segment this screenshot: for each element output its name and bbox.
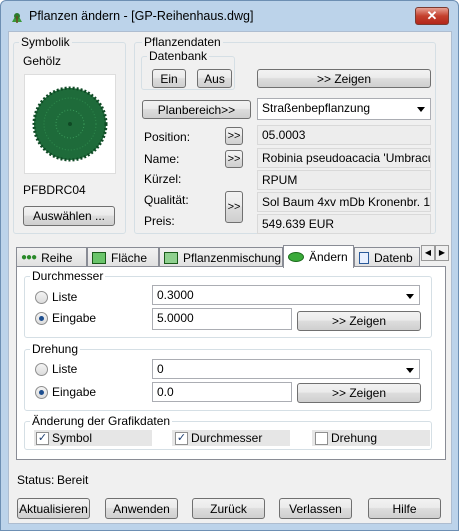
dialog-client-area: Symbolik Gehölz PFBDRC04 Auswählen ... P… xyxy=(8,31,452,524)
durchmesser-liste-radio[interactable] xyxy=(35,291,48,304)
position-label: Position: xyxy=(144,130,191,144)
durchmesser-eingabe-radio[interactable] xyxy=(35,312,48,325)
symbol-checkbox[interactable]: ✓ xyxy=(36,432,49,445)
durchmesser-liste-select[interactable]: 0.3000 xyxy=(152,285,420,305)
qualitaet-go-button[interactable]: >> xyxy=(225,191,243,223)
drehung-eingabe-label: Eingabe xyxy=(52,385,97,399)
tab-scroll-left-button[interactable]: ◀ xyxy=(421,245,435,261)
name-go-button[interactable]: >> xyxy=(225,150,243,168)
drehung-liste-value: 0 xyxy=(157,362,164,376)
anwenden-button[interactable]: Anwenden xyxy=(105,498,178,519)
status-value: Bereit xyxy=(57,473,89,487)
title-bar[interactable]: Pflanzen ändern - [GP-Reihenhaus.dwg] ✕ xyxy=(1,1,458,31)
aendern-icon xyxy=(288,252,304,262)
tab-reihe-label: Reihe xyxy=(41,250,73,265)
zurueck-button[interactable]: Zurück xyxy=(192,498,265,519)
drehung-liste-label: Liste xyxy=(52,362,78,376)
dialog-window: Pflanzen ändern - [GP-Reihenhaus.dwg] ✕ … xyxy=(0,0,459,531)
chevron-down-icon xyxy=(406,294,414,299)
chevron-down-icon xyxy=(417,107,425,112)
chevron-down-icon xyxy=(406,368,414,373)
tab-aendern-label: Ändern xyxy=(309,250,348,264)
window-title: Pflanzen ändern - [GP-Reihenhaus.dwg] xyxy=(29,9,254,23)
tab-pflanzenmischung[interactable]: Pflanzenmischung xyxy=(159,247,283,267)
hilfe-button[interactable]: Hilfe xyxy=(368,498,441,519)
flaeche-icon xyxy=(92,251,106,264)
position-field: 05.0003 xyxy=(257,125,431,145)
symbol-code: PFBDRC04 xyxy=(23,183,86,197)
drehung-zeigen-button[interactable]: >> Zeigen xyxy=(297,383,421,403)
symbol-preview xyxy=(24,74,116,174)
aktualisieren-button[interactable]: Aktualisieren xyxy=(17,498,90,519)
aus-button[interactable]: Aus xyxy=(197,69,232,88)
close-button[interactable]: ✕ xyxy=(415,7,449,25)
tab-bar: ●●● Reihe Fläche Pflanzenmischung Ändern… xyxy=(16,245,446,268)
tree-symbol-icon xyxy=(32,86,108,162)
tab-reihe[interactable]: ●●● Reihe xyxy=(16,247,87,267)
durchmesser-eingabe-input[interactable]: 5.0000 xyxy=(152,308,292,330)
qualitaet-label: Qualität: xyxy=(144,193,189,207)
preis-label: Preis: xyxy=(144,214,175,228)
tab-aendern[interactable]: Ändern xyxy=(283,245,354,268)
kuerzel-label: Kürzel: xyxy=(144,172,182,186)
plant-app-icon xyxy=(12,13,22,23)
tab-flaeche[interactable]: Fläche xyxy=(87,247,159,267)
name-label: Name: xyxy=(144,152,180,166)
drehung-eingabe-input[interactable]: 0.0 xyxy=(152,382,292,402)
planbereich-button[interactable]: Planbereich>> xyxy=(142,100,251,119)
name-field: Robinia pseudoacacia 'Umbraculifer xyxy=(257,148,431,168)
planbereich-select[interactable]: Straßenbepflanzung xyxy=(257,98,431,120)
grafikdaten-group-label: Änderung der Grafikdaten xyxy=(30,414,173,428)
reihe-icon: ●●● xyxy=(21,252,37,263)
durchmesser-liste-value: 0.3000 xyxy=(157,288,194,302)
tab-pflanzenmischung-label: Pflanzenmischung xyxy=(183,250,282,265)
pflanzenmischung-icon xyxy=(164,251,178,264)
zeigen-button[interactable]: >> Zeigen xyxy=(257,69,431,88)
symbol-checkbox-label: Symbol xyxy=(52,431,93,445)
auswaehlen-button[interactable]: Auswählen ... xyxy=(23,206,115,226)
pflanzendaten-group-label: Pflanzendaten xyxy=(142,35,223,49)
tab-scroll-right-button[interactable]: ▶ xyxy=(435,245,449,261)
planbereich-value: Straßenbepflanzung xyxy=(262,101,371,115)
qualitaet-field: Sol Baum 4xv mDb Kronenbr. 100-1 xyxy=(257,192,431,212)
document-icon xyxy=(359,251,369,264)
drehung-checkbox[interactable] xyxy=(315,432,328,445)
tab-datenbank-label: Datenb xyxy=(374,250,413,265)
durchmesser-group-label: Durchmesser xyxy=(30,269,106,283)
ein-button[interactable]: Ein xyxy=(152,69,186,88)
kuerzel-field: RPUM xyxy=(257,170,431,190)
drehung-checkbox-label: Drehung xyxy=(331,431,378,445)
tab-datenbank[interactable]: Datenb xyxy=(354,247,420,267)
symbolik-group-label: Symbolik xyxy=(19,35,72,49)
durchmesser-liste-label: Liste xyxy=(52,290,78,304)
datenbank-group-label: Datenbank xyxy=(147,49,210,63)
status-label: Status: xyxy=(17,473,55,487)
symbol-category-label: Gehölz xyxy=(23,54,62,68)
verlassen-button[interactable]: Verlassen xyxy=(279,498,352,519)
tab-flaeche-label: Fläche xyxy=(111,250,148,265)
durchmesser-eingabe-label: Eingabe xyxy=(52,311,97,325)
durchmesser-checkbox-label: Durchmesser xyxy=(191,431,263,445)
durchmesser-zeigen-button[interactable]: >> Zeigen xyxy=(297,311,421,331)
drehung-group-label: Drehung xyxy=(30,342,81,356)
preis-field: 549.639 EUR xyxy=(257,214,431,234)
durchmesser-checkbox[interactable]: ✓ xyxy=(175,432,188,445)
position-go-button[interactable]: >> xyxy=(225,127,243,145)
drehung-liste-radio[interactable] xyxy=(35,363,48,376)
drehung-eingabe-radio[interactable] xyxy=(35,386,48,399)
drehung-liste-select[interactable]: 0 xyxy=(152,359,420,379)
